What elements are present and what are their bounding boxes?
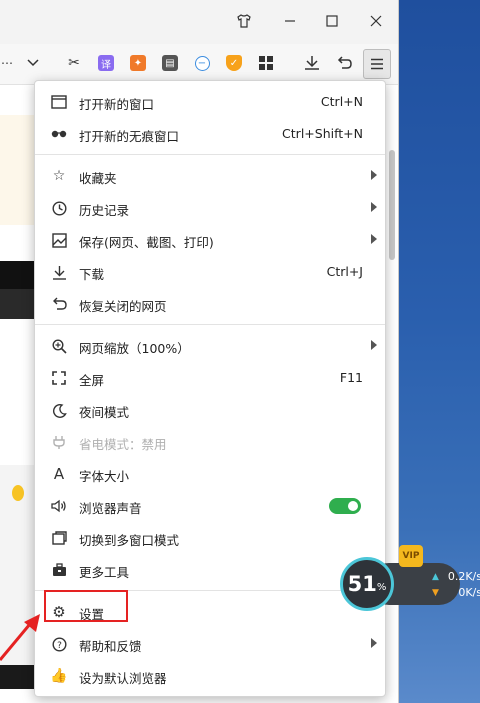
- menu-item-night-mode[interactable]: 夜间模式: [35, 395, 385, 425]
- menu-label: 设为默认浏览器: [79, 671, 167, 686]
- download-rate: 0K/s: [458, 586, 480, 599]
- game-extension-icon[interactable]: ✦: [127, 52, 149, 74]
- menu-label: 省电模式：禁用: [79, 437, 167, 452]
- menu-item-new-window[interactable]: 打开新的窗口 Ctrl+N: [35, 87, 385, 117]
- menu-shortcut: Ctrl+N: [320, 94, 363, 109]
- submenu-arrow-icon: [371, 340, 377, 350]
- more-dots-icon[interactable]: ⋯: [0, 52, 18, 74]
- restore-arrow-icon: [50, 295, 68, 313]
- window-icon: [50, 93, 68, 111]
- menu-label: 网页缩放（100%）: [79, 341, 190, 356]
- memory-usage-ring[interactable]: 51 %: [340, 557, 394, 611]
- toolbox-icon: [50, 561, 68, 579]
- browser-sound-toggle[interactable]: [329, 498, 361, 514]
- zoom-icon: [50, 337, 68, 355]
- menu-item-zoom[interactable]: 网页缩放（100%）: [35, 331, 385, 361]
- menu-item-history[interactable]: 历史记录: [35, 193, 385, 223]
- menu-label: 更多工具: [79, 565, 130, 580]
- translate-label: 译: [98, 55, 114, 71]
- multi-window-icon: [50, 529, 68, 547]
- title-bar: [0, 0, 398, 42]
- star-list-icon: ☆: [52, 168, 66, 184]
- save-image-icon: [50, 231, 68, 249]
- skin-icon[interactable]: [230, 8, 258, 34]
- menu-label: 全屏: [79, 373, 105, 388]
- menu-item-incognito[interactable]: 打开新的无痕窗口 Ctrl+Shift+N: [35, 119, 385, 149]
- fullscreen-icon: [50, 369, 68, 387]
- menu-label: 打开新的无痕窗口: [79, 129, 180, 144]
- apps-grid-icon[interactable]: [255, 52, 277, 74]
- plug-icon: [50, 433, 68, 451]
- menu-label: 历史记录: [79, 203, 130, 218]
- thumbs-up-icon: 👍: [50, 668, 68, 684]
- reader-extension-icon[interactable]: ▤: [159, 52, 181, 74]
- menu-item-multi-window[interactable]: 切换到多窗口模式: [35, 523, 385, 553]
- moon-icon: [50, 401, 68, 419]
- menu-item-save[interactable]: 保存(网页、截图、打印): [35, 225, 385, 255]
- minimize-icon[interactable]: [276, 8, 304, 34]
- menu-item-browser-sound[interactable]: 浏览器声音: [35, 491, 385, 521]
- menu-label: 下载: [79, 267, 105, 282]
- speaker-icon: [50, 497, 68, 515]
- submenu-arrow-icon: [371, 234, 377, 244]
- menu-label: 夜间模式: [79, 405, 130, 420]
- shield-extension-icon[interactable]: ✓: [223, 52, 245, 74]
- upload-rate: 0.2K/s: [447, 570, 480, 583]
- font-icon: A: [53, 465, 65, 483]
- menu-item-downloads[interactable]: 下载 Ctrl+J: [35, 257, 385, 287]
- menu-label: 字体大小: [79, 469, 130, 484]
- submenu-arrow-icon: [371, 638, 377, 648]
- main-menu-button[interactable]: [363, 49, 391, 79]
- translate-extension-icon[interactable]: 译: [95, 52, 117, 74]
- menu-item-fullscreen[interactable]: 全屏 F11: [35, 363, 385, 393]
- download-icon[interactable]: [301, 52, 323, 74]
- menu-shortcut: Ctrl+Shift+N: [282, 126, 363, 141]
- menu-label: 帮助和反馈: [79, 639, 142, 654]
- scrollbar[interactable]: [389, 150, 395, 260]
- menu-label: 收藏夹: [79, 171, 117, 186]
- menu-label: 恢复关闭的网页: [79, 299, 167, 314]
- help-icon: ?: [50, 635, 68, 653]
- memory-percent-unit: %: [376, 581, 387, 593]
- maximize-icon[interactable]: [318, 8, 346, 34]
- menu-label: 切换到多窗口模式: [79, 533, 180, 548]
- menu-label: 保存(网页、截图、打印): [79, 235, 214, 250]
- vip-crown-badge[interactable]: VIP: [399, 545, 423, 567]
- menu-item-font-size[interactable]: A 字体大小: [35, 459, 385, 489]
- menu-shortcut: Ctrl+J: [326, 264, 363, 279]
- menu-item-restore-closed[interactable]: 恢复关闭的网页: [35, 289, 385, 319]
- menu-item-favorites[interactable]: ☆ 收藏夹: [35, 161, 385, 191]
- annotation-arrow-icon: [0, 614, 40, 661]
- memory-percent: 51: [347, 572, 377, 596]
- toolbar: ⋯ ✂ 译 ✦ ▤ − ✓: [0, 44, 398, 85]
- block-extension-icon[interactable]: −: [191, 52, 213, 74]
- undo-icon[interactable]: [333, 52, 355, 74]
- incognito-glasses-icon: [50, 125, 68, 143]
- menu-item-more-tools[interactable]: 更多工具: [35, 555, 385, 585]
- download-icon: [50, 263, 68, 281]
- svg-text:?: ?: [57, 641, 62, 651]
- clock-icon: [50, 199, 68, 217]
- settings-highlight-box: [44, 590, 128, 622]
- submenu-arrow-icon: [371, 202, 377, 212]
- close-icon[interactable]: [362, 8, 390, 34]
- chevron-down-icon[interactable]: [22, 52, 44, 74]
- menu-label: 打开新的窗口: [79, 97, 155, 112]
- menu-shortcut: F11: [339, 370, 363, 385]
- menu-item-power-saving: 省电模式：禁用: [35, 427, 385, 457]
- hamburger-icon: [371, 58, 383, 70]
- menu-item-set-default[interactable]: 👍 设为默认浏览器: [35, 661, 385, 691]
- scissors-icon[interactable]: ✂: [63, 52, 85, 74]
- menu-item-help[interactable]: ? 帮助和反馈: [35, 629, 385, 659]
- submenu-arrow-icon: [371, 170, 377, 180]
- menu-label: 浏览器声音: [79, 501, 142, 516]
